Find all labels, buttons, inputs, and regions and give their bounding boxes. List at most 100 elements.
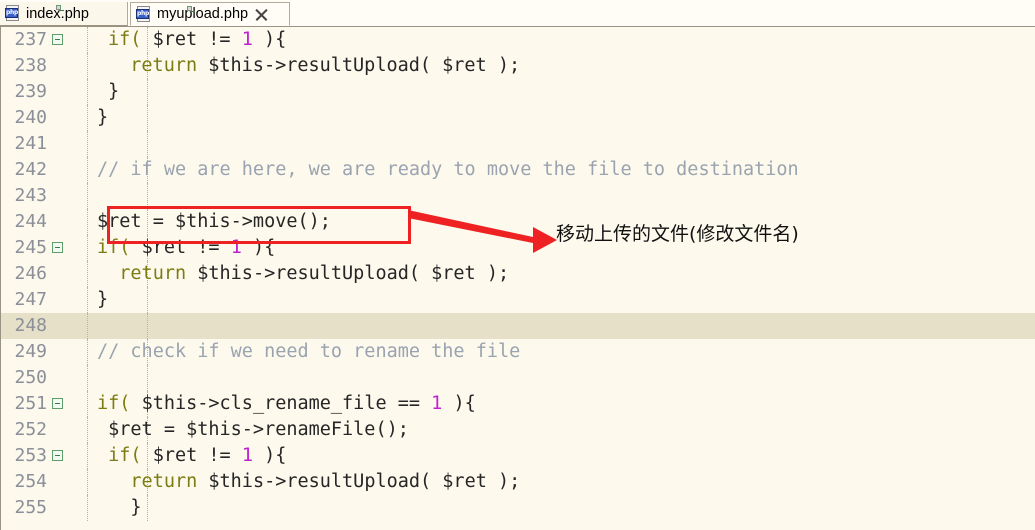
code-token: $this->cls_rename_file: [141, 393, 398, 414]
code-token: if(: [108, 445, 153, 466]
indent-guide: [147, 183, 148, 209]
indent-guide: [147, 131, 148, 157]
line-number: 244: [14, 211, 47, 232]
gutter-separator: [87, 339, 88, 365]
fold-collapse-icon[interactable]: [52, 398, 63, 409]
gutter-separator: [87, 287, 88, 313]
code-token: $ret = $this->move();: [97, 211, 331, 232]
code-line[interactable]: 249 // check if we need to rename the fil…: [1, 339, 1035, 365]
indent-guide: [147, 365, 148, 391]
code-line[interactable]: 255 }: [1, 495, 1035, 521]
code-text: return $this->resultUpload( $ret );: [97, 469, 520, 495]
code-text: }: [97, 287, 108, 313]
code-token: }: [97, 289, 109, 310]
code-text: }: [97, 495, 142, 521]
code-text: if( $ret != 1 ){: [108, 27, 286, 53]
gutter-separator: [87, 495, 88, 521]
code-line[interactable]: 245 if( $ret != 1 ){: [1, 235, 1035, 261]
code-token: if(: [97, 393, 142, 414]
code-token: !=: [197, 237, 231, 258]
code-text: }: [108, 79, 119, 105]
line-number: 246: [14, 263, 47, 284]
editor-tab-bar: php index.php php myupload.php: [0, 0, 1035, 27]
gutter-separator: [87, 365, 88, 391]
code-line[interactable]: 253 if( $ret != 1 ){: [1, 443, 1035, 469]
indent-guide: [147, 313, 148, 339]
line-number: 247: [14, 289, 47, 310]
code-text: if( $ret != 1 ){: [97, 235, 275, 261]
code-token: 1: [230, 237, 242, 258]
code-token: ){: [252, 445, 287, 466]
code-token: $ret: [152, 445, 209, 466]
code-line[interactable]: 254 return $this->resultUpload( $ret );: [1, 469, 1035, 495]
code-line[interactable]: 250: [1, 365, 1035, 391]
php-badge-label: php: [136, 8, 149, 19]
php-file-icon: php: [5, 5, 64, 22]
code-line[interactable]: 237 if( $ret != 1 ){: [1, 27, 1035, 53]
code-line[interactable]: 247}: [1, 287, 1035, 313]
code-line[interactable]: 252 $ret = $this->renameFile();: [1, 417, 1035, 443]
code-token: $this->resultUpload( $ret );: [208, 471, 521, 492]
fold-collapse-icon[interactable]: [52, 34, 63, 45]
code-line[interactable]: 239}: [1, 79, 1035, 105]
line-number: 240: [14, 107, 47, 128]
gutter-separator: [87, 183, 88, 209]
php-badge-label: php: [5, 8, 18, 18]
code-token: ){: [442, 393, 476, 414]
code-text: $ret = $this->move();: [97, 209, 331, 235]
tab-bar-empty-area: [291, 2, 1035, 27]
code-line[interactable]: 244 $ret = $this->move();: [1, 209, 1035, 235]
code-token: $ret: [141, 237, 198, 258]
code-line[interactable]: 248: [1, 313, 1035, 339]
line-number: 242: [14, 159, 47, 180]
fold-collapse-icon[interactable]: [52, 242, 63, 253]
code-token: // check if we need to rename the file: [97, 341, 521, 362]
code-text: }: [97, 105, 108, 131]
code-text: return $this->resultUpload( $ret );: [108, 53, 520, 79]
gutter-separator: [87, 417, 88, 443]
code-line[interactable]: 238 return $this->resultUpload( $ret );: [1, 53, 1035, 79]
gutter-separator: [87, 469, 88, 495]
line-number: 239: [14, 81, 47, 102]
code-line[interactable]: 240}: [1, 105, 1035, 131]
gutter-separator: [87, 235, 88, 261]
gutter-separator: [87, 261, 88, 287]
code-token: 1: [241, 445, 253, 466]
code-token: $ret = $this->renameFile();: [97, 419, 409, 440]
code-token: 1: [241, 29, 253, 50]
fold-collapse-icon[interactable]: [52, 450, 63, 461]
code-line[interactable]: 251 if( $this->cls_rename_file == 1 ){: [1, 391, 1035, 417]
code-text: // if we are here, we are ready to move …: [97, 157, 799, 183]
gutter-separator: [87, 313, 88, 339]
tab-myupload-php[interactable]: php myupload.php: [130, 2, 290, 26]
code-line[interactable]: 246 return $this->resultUpload( $ret );: [1, 261, 1035, 287]
gutter-separator: [87, 53, 88, 79]
tab-index-php[interactable]: php index.php: [0, 2, 128, 26]
tab-label: myupload.php: [157, 6, 249, 22]
gutter-separator: [87, 391, 88, 417]
code-token: }: [97, 497, 142, 518]
code-token: ){: [241, 237, 276, 258]
code-line[interactable]: 241: [1, 131, 1035, 157]
code-token: ==: [397, 393, 432, 414]
code-line[interactable]: 242 // if we are here, we are ready to mo…: [1, 157, 1035, 183]
code-token: if(: [108, 29, 153, 50]
code-text: $ret = $this->renameFile();: [97, 417, 409, 443]
line-number: 248: [14, 315, 47, 336]
code-token: if(: [97, 237, 142, 258]
gutter-separator: [87, 209, 88, 235]
code-editor[interactable]: 237 if( $ret != 1 ){238 return $this->res…: [0, 27, 1035, 530]
close-icon[interactable]: [255, 8, 268, 21]
code-token: return: [130, 471, 209, 492]
code-token: 1: [431, 393, 443, 414]
gutter-separator: [87, 27, 88, 53]
line-number: 254: [14, 471, 47, 492]
code-token: }: [97, 107, 109, 128]
code-token: $this->resultUpload( $ret );: [208, 55, 521, 76]
indent-guide: [147, 79, 148, 105]
code-line[interactable]: 243: [1, 183, 1035, 209]
